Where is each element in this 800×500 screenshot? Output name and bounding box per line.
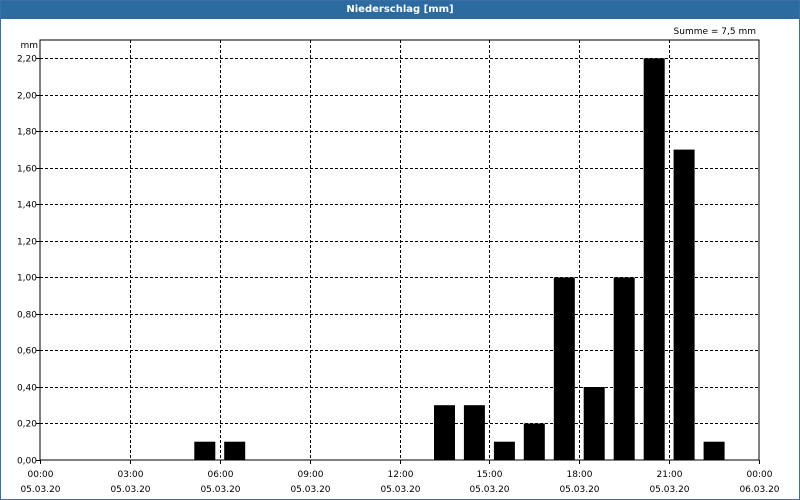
- x-tick-time-label: 21:00: [657, 470, 683, 480]
- y-tick-label: 0,80: [17, 311, 37, 321]
- precipitation-bar: [673, 149, 695, 460]
- x-tick-date-label: 05.03.20: [200, 485, 240, 495]
- y-tick-label: 0,20: [17, 420, 37, 430]
- x-tick-date-label: 05.03.20: [649, 485, 689, 495]
- precipitation-bar: [463, 405, 485, 460]
- precipitation-bar: [194, 441, 216, 460]
- x-tick-date-label: 05.03.20: [469, 485, 509, 495]
- y-tick-label: 2,00: [17, 92, 37, 102]
- x-axis: 00:00 05.03.20 03:00 05.03.20 06:00 05.03.20 0…: [20, 460, 780, 495]
- y-tick-label: 1,80: [17, 128, 37, 138]
- x-tick-time-label: 06:00: [208, 470, 234, 480]
- x-tick-date-label: 05.03.20: [559, 485, 599, 495]
- precipitation-bar: [523, 423, 545, 460]
- precipitation-bar: [583, 387, 605, 460]
- precipitation-bar: [643, 58, 665, 461]
- x-tick-time-label: 15:00: [477, 470, 503, 480]
- y-tick-label: 0,60: [17, 347, 37, 357]
- precipitation-bar: [553, 277, 575, 460]
- x-tick-time-label: 18:00: [567, 470, 593, 480]
- y-tick-label: 1,60: [17, 165, 37, 175]
- bar-series: [194, 58, 725, 461]
- x-tick-time-label: 12:00: [388, 470, 414, 480]
- x-tick-date-label: 05.03.20: [290, 485, 330, 495]
- y-axis-unit-label: mm: [20, 41, 38, 51]
- precipitation-bar: [493, 441, 515, 460]
- summary-label: Summe = 7,5 mm: [674, 27, 756, 37]
- precipitation-bar: [434, 405, 455, 460]
- y-tick-label: 1,20: [17, 238, 37, 248]
- x-tick-date-label: 06.03.20: [739, 485, 779, 495]
- precipitation-bar: [613, 277, 635, 460]
- precipitation-bar: [224, 441, 246, 460]
- x-tick-date-label: 05.03.20: [380, 485, 420, 495]
- x-tick-time-label: 03:00: [118, 470, 144, 480]
- precipitation-chart: Summe = 7,5 mm mm 0,00 0,20 0,40 0,60 0,80 1,…: [17, 27, 780, 495]
- x-tick-time-label: 09:00: [298, 470, 324, 480]
- y-tick-label: 1,00: [17, 274, 37, 284]
- y-tick-label: 0,40: [17, 384, 37, 394]
- x-tick-time-label: 00:00: [747, 470, 773, 480]
- y-tick-label: 2,20: [17, 55, 37, 65]
- x-tick-time-label: 00:00: [28, 470, 54, 480]
- y-axis: 0,00 0,20 0,40 0,60 0,80 1,00 1,20 1,40 1,60 1,80…: [17, 55, 40, 467]
- precipitation-bar: [703, 441, 725, 460]
- y-tick-label: 0,00: [17, 457, 37, 467]
- y-tick-label: 1,40: [17, 201, 37, 211]
- x-tick-date-label: 05.03.20: [20, 485, 60, 495]
- x-tick-date-label: 05.03.20: [110, 485, 150, 495]
